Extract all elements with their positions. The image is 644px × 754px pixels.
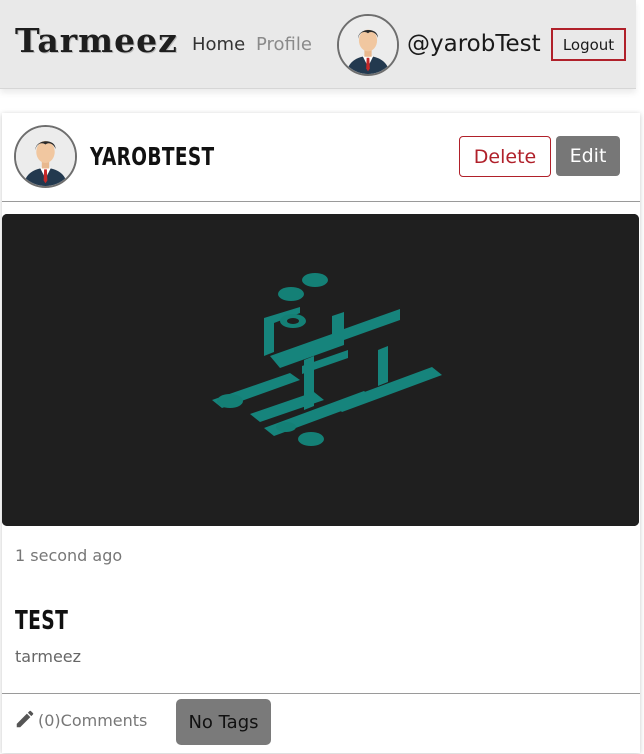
top-navbar: Tarmeez Home Profile @yarobTest Logout: [0, 0, 636, 89]
delete-button[interactable]: Delete: [459, 136, 551, 177]
author-avatar-icon[interactable]: [14, 125, 77, 188]
post-title: TEST: [15, 606, 69, 636]
edit-button[interactable]: Edit: [556, 136, 620, 176]
current-username: @yarobTest: [407, 31, 541, 57]
post-image[interactable]: [2, 214, 639, 526]
pencil-icon[interactable]: [14, 708, 36, 730]
logout-button[interactable]: Logout: [551, 28, 626, 61]
nav-link-home[interactable]: Home: [192, 34, 245, 56]
post-author[interactable]: YAROBTEST: [90, 141, 215, 173]
tarmeez-logo-image: [2, 214, 639, 526]
user-avatar-icon[interactable]: [337, 14, 399, 76]
post-header: YAROBTEST Delete Edit: [2, 113, 640, 202]
brand-logo[interactable]: Tarmeez: [15, 21, 178, 61]
post-footer: (0)Comments No Tags: [2, 693, 640, 754]
post-timestamp: 1 second ago: [15, 546, 123, 565]
tag-badge: No Tags: [176, 699, 271, 745]
comments-link[interactable]: (0)Comments: [38, 711, 147, 731]
post-card: YAROBTEST Delete Edit 1 second ago TEST …: [2, 113, 640, 753]
post-body: tarmeez: [15, 647, 82, 666]
nav-link-profile[interactable]: Profile: [256, 34, 312, 56]
